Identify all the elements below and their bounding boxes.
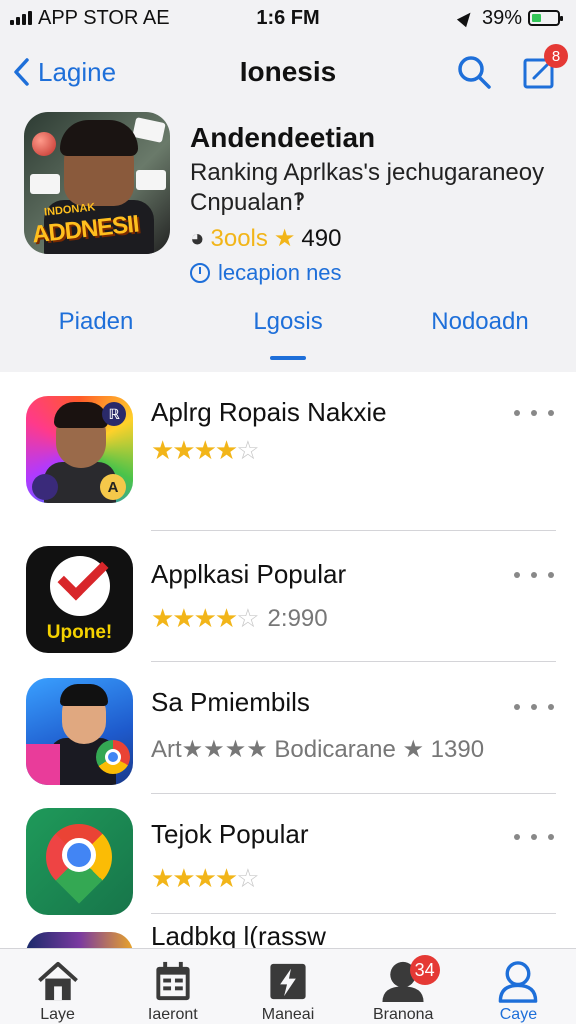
- tab-bar-item-caye[interactable]: Caye: [461, 949, 576, 1024]
- calendar-icon: [156, 961, 190, 1001]
- chrome-icon: [96, 740, 130, 774]
- featured-rating: ◕ 3ools ★ 490: [190, 224, 341, 253]
- featured-title: Andendeetian: [190, 122, 376, 153]
- sticker-graphic: [136, 170, 166, 190]
- battery-percent: 39%: [481, 6, 522, 29]
- tab-bar-item-iaeront[interactable]: Iaeront: [115, 949, 230, 1024]
- sticker-graphic: [132, 117, 166, 143]
- ball-graphic: [32, 132, 56, 156]
- tab-bar: Laye Iaeront Maneai Branona 34 Caye: [0, 948, 576, 1024]
- tab-bar-label: Iaeront: [147, 1006, 198, 1023]
- rating-label: 3ools: [210, 224, 268, 252]
- star-icon: ★: [273, 225, 296, 252]
- back-label: Lagine: [38, 56, 117, 87]
- back-button[interactable]: Lagine: [0, 57, 116, 88]
- app-icon-label: Upone!: [46, 622, 113, 643]
- app-title: Aplrg Ropais Nakxie: [151, 397, 387, 427]
- list-item[interactable]: Sa Pmiembils Art★★★★ Bodicarane ★ 1390: [0, 678, 576, 808]
- tab-nodoadn[interactable]: Nodoadn: [384, 308, 576, 360]
- chevron-left-icon: [14, 58, 29, 86]
- tab-bar-badge: 34: [409, 955, 440, 985]
- star-rating-icon: ★★★★☆: [151, 603, 260, 633]
- app-title: Sa Pmiembils: [151, 687, 310, 717]
- list-item[interactable]: Ladbkq l(rassw: [0, 921, 576, 948]
- rating-icon: ◕: [190, 224, 205, 252]
- battery-icon: [528, 10, 563, 26]
- featured-link-label: lecapion nes: [218, 260, 342, 285]
- bolt-icon: [270, 963, 306, 1000]
- checkmark-app-icon[interactable]: Upone!: [26, 546, 133, 653]
- tab-bar-label: Branona: [372, 1006, 434, 1023]
- list-item[interactable]: Tejok Popular ★★★★☆: [0, 808, 576, 938]
- star-rating-icon: ★★★★☆: [151, 863, 260, 893]
- divider: [151, 913, 556, 914]
- updates-button[interactable]: 8: [522, 44, 568, 90]
- divider: [151, 661, 556, 662]
- app-badge-top: ℝ: [102, 402, 126, 426]
- more-options-button[interactable]: [514, 834, 554, 844]
- app-meta: 2:990: [267, 604, 328, 632]
- featured-section: INDONAK ADDNESII Andendeetian Ranking Ap…: [0, 112, 576, 370]
- location-arrow-icon: [456, 8, 476, 28]
- nav-bar: Lagine Ionesis 8: [0, 40, 576, 104]
- segment-tabs: Piaden Lgosis Nodoadn: [0, 308, 576, 360]
- tab-bar-label: Caye: [499, 1006, 538, 1023]
- more-options-button[interactable]: [514, 410, 554, 420]
- person-hair: [60, 120, 138, 156]
- tab-bar-item-maneai[interactable]: Maneai: [230, 949, 345, 1024]
- app-title: Applkasi Popular: [151, 559, 347, 589]
- search-button[interactable]: [456, 54, 492, 90]
- list-item[interactable]: ℝ A Aplrg Ropais Nakxie ★★★★☆: [0, 396, 576, 526]
- app-rating: Art★★★★ Bodicarane ★ 1390: [151, 735, 501, 764]
- battery-level: [532, 14, 542, 22]
- profile-chrome-app-icon[interactable]: [26, 678, 133, 785]
- app-list: ℝ A Aplrg Ropais Nakxie ★★★★☆ Upone! App…: [0, 372, 576, 948]
- status-bar: APP STOR AE 1:6 FM 39%: [0, 0, 576, 36]
- star-rating-icon: ★★★★☆: [151, 435, 260, 465]
- app-title: Tejok Popular: [151, 819, 309, 849]
- app-meta: Art★★★★ Bodicarane ★ 1390: [151, 736, 485, 763]
- account-icon: [499, 961, 538, 1003]
- divider: [151, 793, 556, 794]
- clock-icon: [190, 263, 210, 283]
- tab-bar-label: Maneai: [261, 1006, 315, 1023]
- app-badge-square: [32, 474, 58, 500]
- app-badge-bottom: A: [100, 474, 126, 500]
- search-icon: [458, 56, 491, 89]
- app-rating: ★★★★☆ 2:990: [151, 603, 501, 634]
- portrait-app-icon[interactable]: ℝ A: [26, 396, 133, 503]
- map-pin-app-icon[interactable]: [26, 808, 133, 915]
- tab-bar-item-branona[interactable]: Branona 34: [346, 949, 461, 1024]
- more-options-button[interactable]: [514, 704, 554, 714]
- featured-app-artwork[interactable]: INDONAK ADDNESII: [24, 112, 170, 254]
- list-item[interactable]: Upone! Applkasi Popular ★★★★☆ 2:990: [0, 546, 576, 676]
- more-options-button[interactable]: [514, 572, 554, 582]
- featured-link[interactable]: lecapion nes: [190, 260, 342, 286]
- partial-app-icon[interactable]: [26, 932, 133, 948]
- app-rating: ★★★★☆: [151, 435, 501, 466]
- featured-subtitle: Ranking Aprlkas's jechugaraneoy Cnpualan…: [190, 159, 545, 216]
- tab-piaden[interactable]: Piaden: [0, 308, 192, 360]
- tab-bar-item-laye[interactable]: Laye: [0, 949, 115, 1024]
- app-title: Ladbkq l(rassw: [151, 921, 326, 948]
- tab-bar-label: Laye: [40, 1006, 75, 1023]
- home-icon: [37, 961, 78, 1001]
- rating-value: 490: [301, 224, 342, 252]
- sticker-graphic: [30, 174, 60, 194]
- divider: [151, 530, 556, 531]
- carrier-label: APP STOR AE: [38, 6, 170, 29]
- signal-icon: [10, 11, 32, 25]
- notification-badge: 8: [544, 44, 568, 68]
- app-rating: ★★★★☆: [151, 863, 501, 894]
- tab-lgosis[interactable]: Lgosis: [192, 308, 384, 360]
